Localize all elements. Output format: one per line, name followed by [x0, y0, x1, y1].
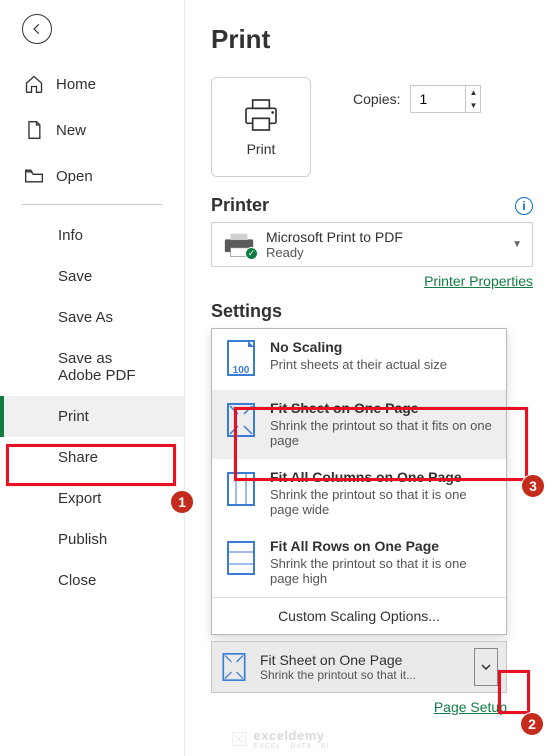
page-title: Print: [211, 24, 533, 55]
copies-stepper[interactable]: ▲ ▼: [410, 85, 481, 113]
nav-label: Open: [56, 168, 93, 185]
nav-home[interactable]: Home: [0, 66, 184, 102]
fit-sheet-icon: [220, 650, 248, 684]
printer-selector[interactable]: ✓ Microsoft Print to PDF Ready ▼: [211, 222, 533, 267]
info-icon[interactable]: i: [515, 197, 533, 215]
printer-properties-link[interactable]: Printer Properties: [424, 273, 533, 289]
option-no-scaling[interactable]: 100 No ScalingPrint sheets at their actu…: [212, 329, 506, 390]
svg-text:100: 100: [233, 365, 250, 376]
file-icon: [24, 120, 44, 140]
spin-up-icon[interactable]: ▲: [466, 86, 480, 99]
fit-columns-icon: [224, 469, 258, 509]
scaling-caret[interactable]: [474, 648, 498, 686]
backstage-sidebar: Home New Open Info Save Save As Save as …: [0, 0, 185, 756]
divider: [22, 204, 162, 205]
sidebar-item-close[interactable]: Close: [0, 560, 184, 601]
home-icon: [24, 74, 44, 94]
sidebar-item-save-adobe-pdf[interactable]: Save as Adobe PDF: [0, 338, 184, 396]
page-setup-link[interactable]: Page Setup: [434, 699, 507, 715]
printer-icon: [241, 97, 281, 133]
option-fit-columns[interactable]: Fit All Columns on One PageShrink the pr…: [212, 459, 506, 528]
sidebar-item-publish[interactable]: Publish: [0, 519, 184, 560]
page-100-icon: 100: [224, 339, 258, 379]
nav-new[interactable]: New: [0, 112, 184, 148]
sidebar-item-save[interactable]: Save: [0, 256, 184, 297]
print-button[interactable]: Print: [211, 77, 311, 177]
custom-scaling-option[interactable]: Custom Scaling Options...: [212, 597, 506, 634]
sidebar-item-share[interactable]: Share: [0, 437, 184, 478]
arrow-left-icon: [30, 22, 44, 36]
nav-label: New: [56, 122, 86, 139]
copies-label: Copies:: [353, 91, 400, 107]
copies-input[interactable]: [411, 86, 465, 112]
fit-sheet-icon: [224, 400, 258, 440]
fit-rows-icon: [224, 538, 258, 578]
option-fit-sheet[interactable]: Fit Sheet on One PageShrink the printout…: [212, 390, 506, 459]
printer-status: Ready: [266, 245, 403, 260]
scaling-dropdown-open: 100 No ScalingPrint sheets at their actu…: [211, 328, 507, 635]
nav-open[interactable]: Open: [0, 158, 184, 194]
scaling-selector[interactable]: Fit Sheet on One Page Shrink the printou…: [211, 641, 507, 693]
settings-heading: Settings: [211, 301, 282, 322]
back-button[interactable]: [22, 14, 52, 44]
sidebar-item-print[interactable]: Print: [0, 396, 184, 437]
print-panel: Print Print Copies: ▲ ▼: [185, 0, 559, 756]
sidebar-item-save-as[interactable]: Save As: [0, 297, 184, 338]
option-fit-rows[interactable]: Fit All Rows on One PageShrink the print…: [212, 528, 506, 597]
status-ok-icon: ✓: [245, 247, 258, 260]
print-button-label: Print: [247, 141, 276, 157]
printer-name: Microsoft Print to PDF: [266, 229, 403, 245]
spin-down-icon[interactable]: ▼: [466, 99, 480, 112]
sidebar-item-export[interactable]: Export: [0, 478, 184, 519]
folder-open-icon: [24, 166, 44, 186]
chevron-down-icon: [481, 664, 491, 670]
chevron-down-icon: ▼: [512, 239, 522, 250]
nav-label: Home: [56, 76, 96, 93]
sidebar-item-info[interactable]: Info: [0, 215, 184, 256]
printer-heading: Printer: [211, 195, 269, 216]
